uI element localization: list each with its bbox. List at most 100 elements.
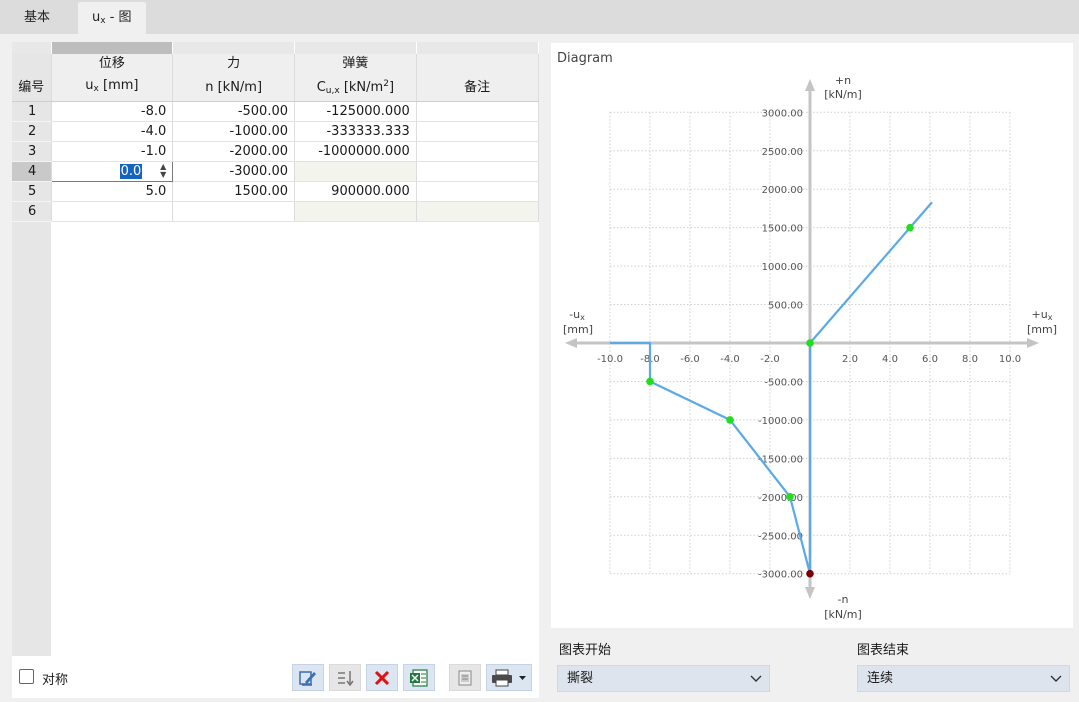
diagram-end-value: 连续 [867,671,894,686]
symmetric-checkbox[interactable] [19,669,34,684]
cell-c [294,161,417,182]
cell-c[interactable]: 900000.000 [294,181,417,202]
row-number[interactable]: 6 [12,201,52,222]
cell-n[interactable]: 1500.00 [172,181,295,202]
x-axis-left-arrow [565,338,577,348]
cell-n[interactable]: -1000.00 [172,121,295,142]
edit-button[interactable] [292,664,324,691]
cell-c[interactable]: -333333.333 [294,121,417,142]
cell-n[interactable]: -2000.00 [172,141,295,162]
x-pos-unit: [mm] [1027,323,1057,336]
diagram-end-label: 图表结束 [857,643,910,658]
delete-button[interactable] [366,664,398,691]
diagram-end-select[interactable]: 连续 [857,665,1070,692]
x-tick-label: 2.0 [842,354,858,365]
cell-ux[interactable]: -4.0 [51,121,174,142]
table-row: 2 -4.0 -1000.00 -333333.333 [12,121,539,142]
cell-ux-editor[interactable]: 0.0 ▲ ▼ [50,161,174,182]
col-strip-c[interactable] [294,42,417,54]
header-rownum-top [12,54,52,74]
col-strip-note[interactable] [416,42,539,54]
row-number[interactable]: 4 [12,161,52,182]
header-ux-unit: ux [mm] [51,74,174,102]
cell-n[interactable]: -3000.00 [172,161,295,182]
cell-note [416,201,539,222]
diagram-panel: Diagram -10.0 -8.0 -6.0 -4.0 -2.0 2.0 4.0 6.0 8.… [551,43,1073,698]
header-spring: 弹簧 [294,54,417,74]
y-neg-unit: [kN/m] [824,608,862,621]
cell-ux[interactable]: -8.0 [51,101,174,122]
cell-ux[interactable]: 5.0 [51,181,174,202]
table-row: 5 5.0 1500.00 900000.000 [12,181,539,202]
print-icon [490,668,528,688]
table-row-current: 4 0.0 ▲ ▼ -3000.00 [12,161,539,182]
cell-note[interactable] [416,141,539,162]
x-tick-label: 8.0 [962,354,978,365]
cell-n[interactable]: -500.00 [172,101,295,122]
cell-c [294,201,417,222]
symmetric-label: 对称 [42,673,69,688]
cell-note[interactable] [416,181,539,202]
delete-icon [373,669,391,687]
cell-note[interactable] [416,161,539,182]
cell-c[interactable]: -1000000.000 [294,141,417,162]
diagram-start-label: 图表开始 [559,643,612,658]
sort-icon [335,669,355,687]
y-tick-label: 3000.00 [762,108,803,119]
row-number[interactable]: 1 [12,101,52,122]
data-point [786,493,794,501]
x-neg-unit: [mm] [563,323,593,336]
table-row: 3 -1.0 -2000.00 -1000000.000 [12,141,539,162]
corner-strip [12,42,52,54]
row-number[interactable]: 3 [12,141,52,162]
y-axis-bottom-arrow [805,587,815,599]
x-tick-label: -6.0 [680,354,700,365]
export-excel-button[interactable] [403,664,435,691]
data-point [726,416,734,424]
y-tick-label: -1000.00 [758,416,803,427]
tab-ux-diagram[interactable]: ux - 图 [78,2,146,34]
y-tick-label: 2000.00 [762,185,803,196]
excel-icon [408,668,430,688]
col-strip-n[interactable] [172,42,295,54]
cell-note[interactable] [416,101,539,122]
x-tick-label: 4.0 [882,354,898,365]
cell-ux[interactable]: -1.0 [51,141,174,162]
diagram-start-select[interactable]: 撕裂 [557,665,770,692]
tab-bar: 基本 ux - 图 [0,0,1079,34]
header-note: 备注 [416,74,539,102]
tab-basic[interactable]: 基本 [10,2,64,34]
chevron-down-icon [749,666,763,691]
x-tick-label: 10.0 [999,354,1021,365]
y-neg-label: -n [838,593,849,606]
cell-note[interactable] [416,121,539,142]
data-point [646,377,654,386]
y-tick-label: 1500.00 [762,224,803,235]
sort-button[interactable] [329,664,361,691]
print-button[interactable] [486,664,532,691]
row-number[interactable]: 5 [12,181,52,202]
x-neg-label: -ux [569,308,585,322]
copy-button[interactable] [449,664,481,691]
row-number[interactable]: 2 [12,121,52,142]
spinner-icon[interactable]: ▲ ▼ [160,163,166,179]
cell-ux-edit-value[interactable]: 0.0 [119,164,143,179]
y-tick-label: 2500.00 [762,147,803,158]
y-axis-top-arrow [805,79,815,91]
col-strip-ux[interactable] [51,42,174,54]
table-row: 6 [12,201,539,222]
copy-icon [455,668,475,688]
edit-icon [298,669,318,687]
y-tick-label: -2500.00 [758,531,803,542]
cell-n[interactable] [172,201,295,222]
cell-c[interactable]: -125000.000 [294,101,417,122]
y-tick-label: -3000.00 [758,570,803,581]
y-tick-label: -2000.00 [758,493,803,504]
diagram-area: Diagram -10.0 -8.0 -6.0 -4.0 -2.0 2.0 4.0 6.0 8.… [551,43,1073,628]
header-c-unit: Cu,x [kN/m2] [294,74,417,102]
row-header-strip [12,216,51,656]
cell-ux[interactable] [51,201,174,222]
data-point [806,339,814,347]
diagram-chart: -10.0 -8.0 -6.0 -4.0 -2.0 2.0 4.0 6.0 8.0 10.0300… [563,74,1057,621]
x-axis-right-arrow [1027,338,1039,348]
